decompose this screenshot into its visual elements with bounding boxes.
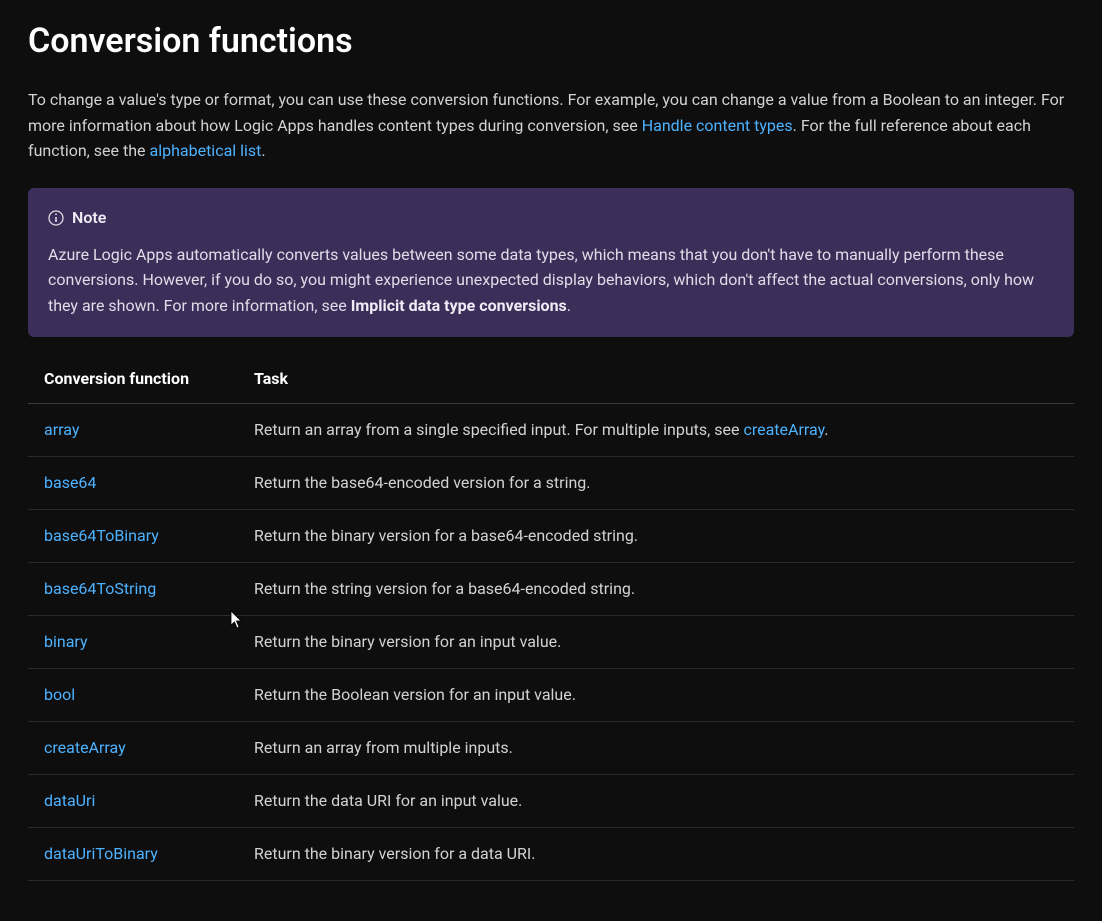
function-link[interactable]: binary xyxy=(44,632,88,651)
table-row: dataUri Return the data URI for an input … xyxy=(28,774,1074,827)
task-text: Return an array from a single specified … xyxy=(254,420,743,439)
table-cell-task: Return the data URI for an input value. xyxy=(238,774,1074,827)
function-link[interactable]: base64 xyxy=(44,473,96,492)
note-callout: Note Azure Logic Apps automatically conv… xyxy=(28,188,1074,337)
function-link[interactable]: array xyxy=(44,420,79,439)
table-cell-function: base64ToString xyxy=(28,562,238,615)
task-inline-link[interactable]: createArray xyxy=(743,420,824,439)
table-cell-function: dataUri xyxy=(28,774,238,827)
function-link[interactable]: dataUri xyxy=(44,791,95,810)
note-header: Note xyxy=(48,206,1054,230)
table-cell-function: base64 xyxy=(28,456,238,509)
table-header-function: Conversion function xyxy=(28,355,238,404)
info-icon xyxy=(48,210,64,226)
task-text: Return the Boolean version for an input … xyxy=(254,685,576,704)
table-row: createArray Return an array from multiple… xyxy=(28,721,1074,774)
table-cell-task: Return the base64-encoded version for a … xyxy=(238,456,1074,509)
table-cell-task: Return the binary version for a base64-e… xyxy=(238,509,1074,562)
table-cell-task: Return the binary version for an input v… xyxy=(238,615,1074,668)
table-row: base64 Return the base64-encoded version … xyxy=(28,456,1074,509)
function-link[interactable]: bool xyxy=(44,685,75,704)
function-link[interactable]: dataUriToBinary xyxy=(44,844,158,863)
intro-paragraph: To change a value's type or format, you … xyxy=(28,87,1074,164)
intro-text-3: . xyxy=(261,141,265,160)
task-text: Return the base64-encoded version for a … xyxy=(254,473,591,492)
conversion-functions-table: Conversion function Task array Return an … xyxy=(28,355,1074,881)
note-body: Azure Logic Apps automatically converts … xyxy=(48,242,1054,319)
task-text: Return an array from multiple inputs. xyxy=(254,738,513,757)
table-cell-function: array xyxy=(28,403,238,456)
table-row: base64ToString Return the string version … xyxy=(28,562,1074,615)
task-text: Return the binary version for a data URI… xyxy=(254,844,535,863)
table-cell-function: binary xyxy=(28,615,238,668)
table-row: bool Return the Boolean version for an in… xyxy=(28,668,1074,721)
function-link[interactable]: createArray xyxy=(44,738,126,757)
task-text: Return the binary version for a base64-e… xyxy=(254,526,638,545)
table-cell-task: Return an array from multiple inputs. xyxy=(238,721,1074,774)
table-row: base64ToBinary Return the binary version … xyxy=(28,509,1074,562)
task-text: Return the string version for a base64-e… xyxy=(254,579,635,598)
table-cell-function: base64ToBinary xyxy=(28,509,238,562)
table-header-row: Conversion function Task xyxy=(28,355,1074,404)
table-cell-function: createArray xyxy=(28,721,238,774)
note-body-after: . xyxy=(567,296,571,315)
function-link[interactable]: base64ToBinary xyxy=(44,526,159,545)
table-header-task: Task xyxy=(238,355,1074,404)
function-link[interactable]: base64ToString xyxy=(44,579,156,598)
task-text: Return the data URI for an input value. xyxy=(254,791,522,810)
task-text: Return the binary version for an input v… xyxy=(254,632,561,651)
link-alphabetical-list[interactable]: alphabetical list xyxy=(150,141,262,160)
page-heading: Conversion functions xyxy=(28,16,1074,67)
table-cell-function: bool xyxy=(28,668,238,721)
table-cell-task: Return the Boolean version for an input … xyxy=(238,668,1074,721)
note-strong-link[interactable]: Implicit data type conversions xyxy=(351,296,567,315)
table-row: array Return an array from a single speci… xyxy=(28,403,1074,456)
task-text-after: . xyxy=(824,420,828,439)
link-handle-content-types[interactable]: Handle content types xyxy=(642,116,793,135)
table-cell-task: Return an array from a single specified … xyxy=(238,403,1074,456)
note-title: Note xyxy=(72,206,106,230)
table-row: binary Return the binary version for an i… xyxy=(28,615,1074,668)
table-cell-task: Return the string version for a base64-e… xyxy=(238,562,1074,615)
